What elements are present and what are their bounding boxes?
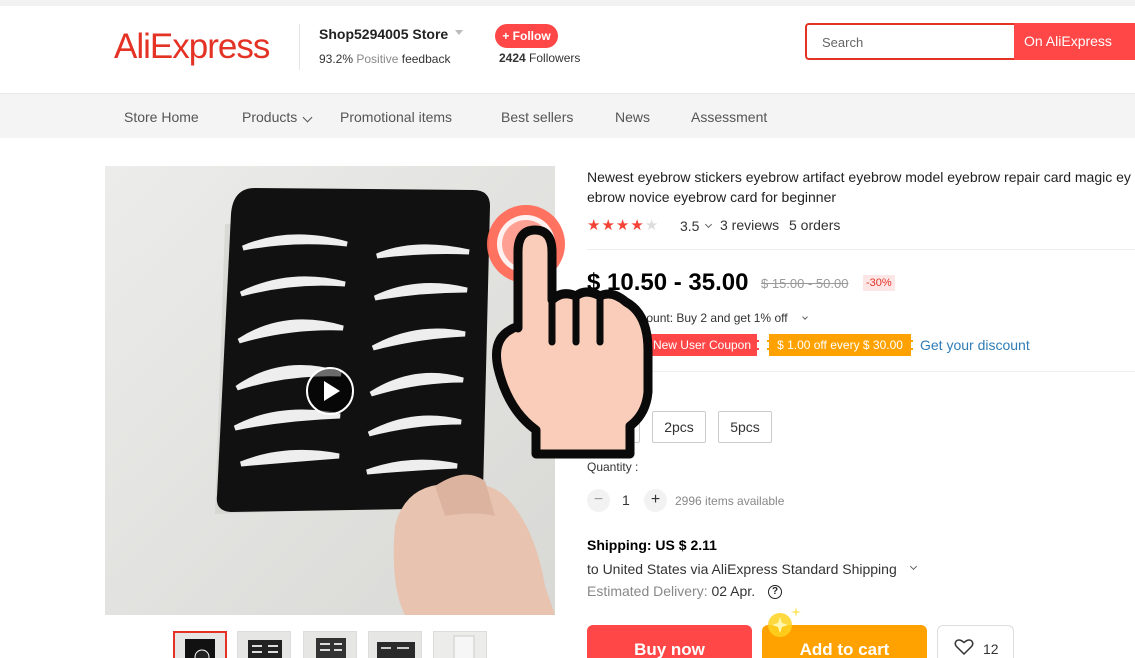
shipping-chevron-down-icon[interactable] <box>909 562 918 571</box>
help-icon[interactable]: ? <box>768 585 782 599</box>
product-title: Newest eyebrow stickers eyebrow artifact… <box>587 169 1131 205</box>
star-half-icon: ★ <box>630 217 645 234</box>
quantity-plus-button[interactable]: + <box>644 489 667 512</box>
option-1pcs[interactable]: 1pcs <box>587 411 640 443</box>
wishlist-button[interactable] <box>937 625 1014 658</box>
nav-store-home[interactable]: Store Home <box>124 109 199 125</box>
store-nav: Store Home Products Promotional items Be… <box>0 93 1135 138</box>
header-divider <box>299 24 300 70</box>
estimated-delivery: Estimated Delivery: 02 Apr. <box>587 583 755 599</box>
aliexpress-logo[interactable]: AliExpress <box>114 27 270 67</box>
original-price: $ 15.00 - 50.00 <box>761 276 849 291</box>
thumbnail-4[interactable] <box>368 631 422 658</box>
follow-button[interactable]: + Follow <box>495 24 558 48</box>
store-feedback: 93.2% Positive feedback <box>319 52 450 66</box>
search-button[interactable]: On AliExpress <box>1014 23 1135 60</box>
nav-assessment[interactable]: Assessment <box>691 109 767 125</box>
quantity-value[interactable]: 1 <box>622 492 630 508</box>
star-icon: ★ <box>601 217 616 234</box>
star-icon: ★ <box>587 217 602 234</box>
shipping-cost: Shipping: US $ 2.11 <box>587 537 717 553</box>
store-name[interactable]: Shop5294005 Store <box>319 26 448 42</box>
thumbnail-3[interactable] <box>303 631 357 658</box>
star-icon: ★ <box>615 217 631 234</box>
store-coupon[interactable]: $ 1.00 off every $ 30.00 <box>767 334 913 356</box>
option-5pcs[interactable]: 5pcs <box>718 411 772 443</box>
quantity-label: Quantity : <box>587 460 639 474</box>
divider <box>587 249 1135 250</box>
search-input[interactable] <box>822 31 1012 53</box>
rating-value[interactable]: 3.5 <box>680 218 699 234</box>
product-price: $ 10.50 - 35.00 <box>587 269 749 296</box>
buy-now-button[interactable]: Buy now <box>587 625 752 658</box>
rating-chevron-down-icon[interactable] <box>704 220 713 229</box>
delivery-date: 02 Apr. <box>711 583 756 599</box>
play-icon[interactable] <box>305 366 355 416</box>
shipping-destination[interactable]: to United States via AliExpress Standard… <box>587 561 897 577</box>
nav-best-sellers[interactable]: Best sellers <box>501 109 573 125</box>
nav-products[interactable]: Products <box>242 109 297 125</box>
feedback-positive-label: Positive <box>356 52 399 66</box>
nav-news[interactable]: News <box>615 109 650 125</box>
store-discount[interactable]: Store Discount: Buy 2 and get 1% off <box>591 311 788 325</box>
option-2pcs[interactable]: 2pcs <box>652 411 706 443</box>
star-empty-icon: ★ <box>644 217 660 234</box>
nav-promotional-items[interactable]: Promotional items <box>340 109 452 125</box>
thumbnail-5[interactable] <box>433 631 487 658</box>
items-available: 2996 items available <box>675 494 785 508</box>
products-chevron-down-icon[interactable] <box>302 112 313 123</box>
discount-badge: -30% <box>863 275 895 291</box>
followers-count: 2424 Followers <box>499 51 580 65</box>
wishlist-count: 12 <box>983 641 999 657</box>
thumbnail-2[interactable] <box>237 631 291 658</box>
quantity-minus-button[interactable]: − <box>587 489 610 512</box>
divider <box>587 371 1135 372</box>
orders-count: 5 orders <box>789 217 841 233</box>
feedback-percent: 93.2% <box>319 52 354 66</box>
product-main-image[interactable] <box>105 166 555 615</box>
reviews-link[interactable]: 3 reviews <box>720 217 779 233</box>
store-dropdown-icon[interactable] <box>455 30 463 35</box>
thumbnail-1[interactable] <box>173 631 227 658</box>
sparkle-icon <box>768 607 801 637</box>
followers-label: Followers <box>529 51 581 65</box>
heart-icon[interactable] <box>954 638 974 656</box>
new-user-coupon[interactable]: New User Coupon <box>645 334 759 356</box>
store-discount-chevron-icon[interactable] <box>802 314 808 320</box>
feedback-label: feedback <box>401 52 451 66</box>
followers-number: 2424 <box>499 51 526 65</box>
rating-stars[interactable]: ★★★★★ <box>587 216 659 234</box>
delivery-label: Estimated Delivery: <box>587 583 708 599</box>
get-discount-link[interactable]: Get your discount <box>920 337 1030 353</box>
